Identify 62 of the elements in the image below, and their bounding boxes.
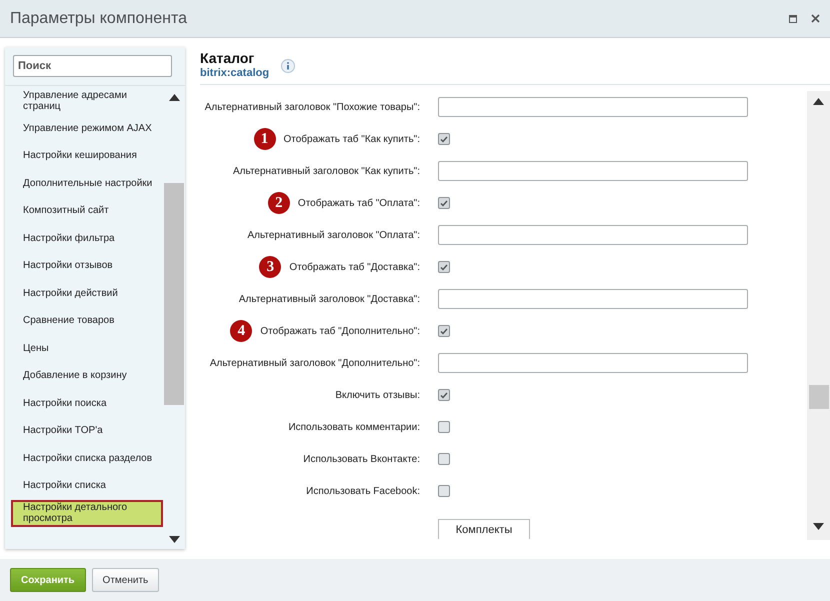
checkbox[interactable] — [438, 421, 450, 433]
checkbox[interactable] — [438, 261, 450, 273]
scrollbar[interactable] — [807, 91, 830, 540]
scroll-up-icon[interactable] — [168, 94, 180, 101]
sidebar-item[interactable]: Настройки TOP'a — [11, 417, 163, 444]
field-label: Альтернативный заголовок "Оплата": — [247, 230, 420, 240]
checkbox[interactable] — [438, 389, 450, 401]
sidebar-item[interactable]: Дополнительные настройки — [11, 170, 163, 197]
scrollbar-thumb[interactable] — [164, 183, 184, 405]
checkbox[interactable] — [438, 325, 450, 337]
sidebar-item[interactable]: Настройки списка — [11, 472, 163, 500]
sidebar-item[interactable]: Композитный сайт — [11, 197, 163, 224]
sidebar-item[interactable]: Настройки действий — [11, 280, 163, 307]
number-badge: 3 — [259, 256, 282, 278]
close-icon[interactable] — [811, 14, 820, 23]
sidebar-item[interactable]: Сравнение товаров — [11, 307, 163, 334]
field-label: Отображать таб "Доставка": — [289, 262, 420, 272]
sidebar-item[interactable]: Управление режимом AJAX — [11, 114, 163, 142]
text-field[interactable] — [438, 97, 748, 117]
component-code: bitrix:catalog — [200, 67, 270, 79]
sidebar-item[interactable]: Настройки списка разделов — [11, 444, 163, 472]
field-label: Альтернативный заголовок "Доставка": — [238, 294, 420, 304]
sidebar-item[interactable]: Цены — [11, 334, 163, 362]
sidebar-item[interactable]: Настройки отзывов — [11, 252, 163, 280]
scroll-up-icon[interactable] — [813, 98, 824, 105]
field-label: Использовать Вконтакте: — [303, 454, 420, 464]
component-title: Каталог — [200, 50, 256, 66]
text-field[interactable] — [438, 225, 748, 245]
sidebar-item[interactable]: Добавление в корзину — [11, 362, 163, 390]
sidebar-item[interactable]: Настройки фильтра — [11, 224, 163, 252]
window-title: Параметры компонента — [10, 10, 188, 28]
sidebar-item[interactable]: Управление адресами страниц — [11, 87, 163, 114]
number-badge: 1 — [254, 128, 276, 150]
text-field[interactable] — [438, 161, 748, 181]
field-label: Альтернативный заголовок "Дополнительно": — [210, 358, 420, 368]
sidebar-item[interactable]: Настройки поиска — [11, 390, 163, 417]
sidebar-item[interactable]: Настройки кеширования — [11, 142, 163, 170]
scroll-down-icon[interactable] — [813, 523, 824, 530]
field-label: Отображать таб "Дополнительно": — [260, 326, 420, 336]
field-label: Включить отзывы: — [335, 390, 420, 400]
checkbox[interactable] — [438, 197, 450, 209]
field-label: Отображать таб "Оплата": — [298, 198, 420, 208]
field-label: Использовать Facebook: — [306, 486, 420, 496]
scrollbar-thumb[interactable] — [808, 385, 828, 409]
kits-button[interactable]: Комплекты — [438, 519, 530, 539]
field-label: Альтернативный заголовок "Похожие товары": — [204, 102, 420, 112]
text-field[interactable] — [438, 353, 748, 373]
scroll-down-icon[interactable] — [168, 536, 180, 543]
info-icon[interactable] — [281, 59, 296, 73]
field-label: Отображать таб "Как купить": — [284, 134, 420, 144]
field-label: Использовать комментарии: — [288, 422, 420, 432]
checkbox[interactable] — [438, 485, 450, 497]
number-badge: 2 — [268, 192, 290, 214]
maximize-icon[interactable] — [789, 14, 797, 22]
search-field[interactable]: Поиск — [13, 55, 172, 77]
text-field[interactable] — [438, 289, 748, 309]
cancel-button[interactable]: Отменить — [92, 568, 160, 592]
sidebar-item[interactable]: Настройки детального просмотра — [11, 500, 163, 527]
checkbox[interactable] — [438, 133, 450, 145]
field-label: Альтернативный заголовок "Как купить": — [233, 166, 420, 176]
number-badge: 4 — [230, 320, 252, 342]
checkbox[interactable] — [438, 453, 450, 465]
